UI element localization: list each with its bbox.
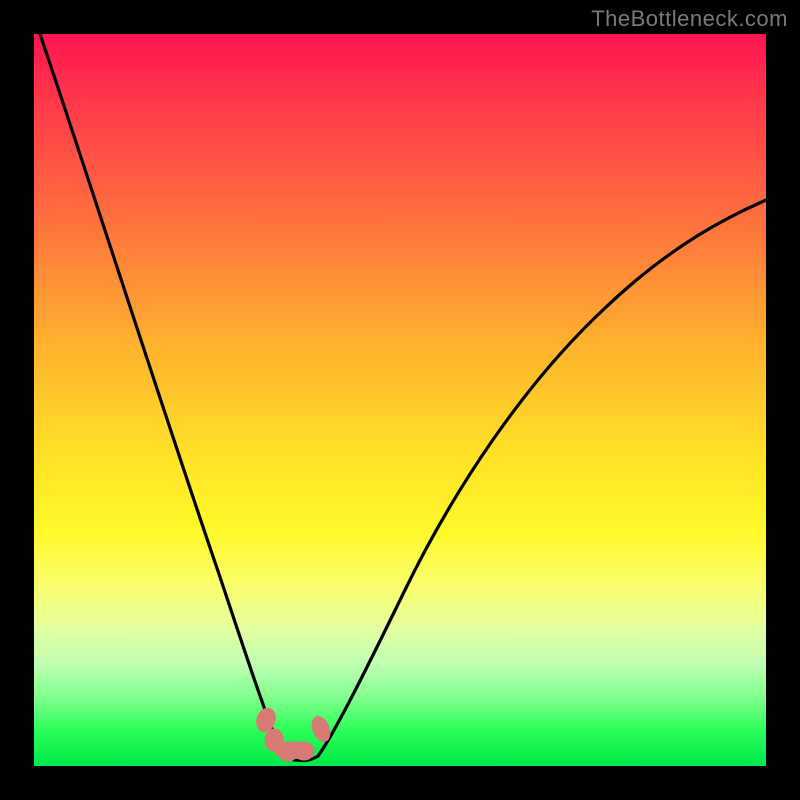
curve-left-branch xyxy=(40,34,290,759)
watermark-text: TheBottleneck.com xyxy=(591,6,788,32)
marker-dot xyxy=(274,742,304,756)
chart-frame: TheBottleneck.com xyxy=(0,0,800,800)
curve-right-branch xyxy=(318,200,766,756)
chart-curve-layer xyxy=(34,34,766,766)
